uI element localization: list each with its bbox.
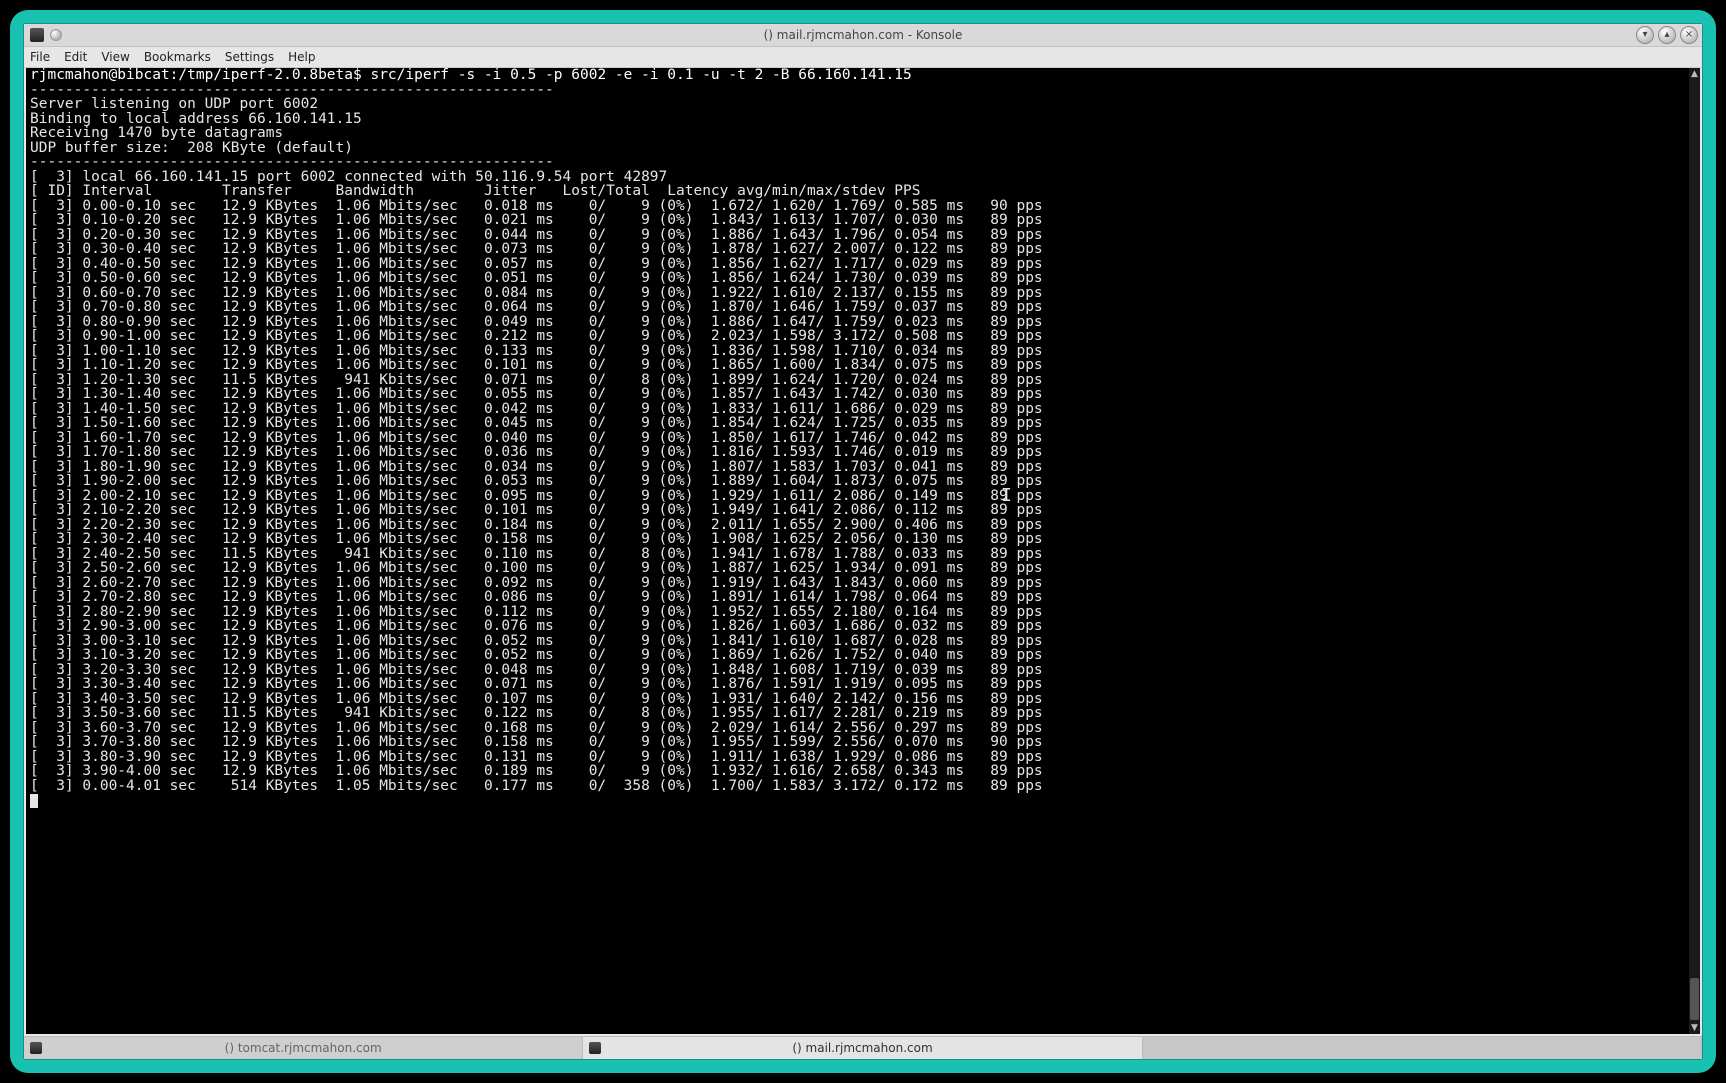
- terminal-icon: [30, 1042, 42, 1054]
- menu-help[interactable]: Help: [288, 50, 315, 64]
- scroll-down-icon[interactable]: ▼: [1689, 1022, 1700, 1034]
- scroll-up-icon[interactable]: ▲: [1689, 68, 1700, 80]
- window-title: () mail.rjmcmahon.com - Konsole: [24, 28, 1702, 42]
- tabbar: () tomcat.rjmcmahon.com () mail.rjmcmaho…: [24, 1036, 1702, 1059]
- close-button[interactable]: ×: [1680, 26, 1698, 44]
- menu-settings[interactable]: Settings: [225, 50, 274, 64]
- menu-view[interactable]: View: [101, 50, 129, 64]
- tab-empty[interactable]: [1143, 1037, 1702, 1059]
- tab-label: () mail.rjmcmahon.com: [792, 1041, 932, 1055]
- tab-mail[interactable]: () mail.rjmcmahon.com: [583, 1037, 1142, 1059]
- terminal-area[interactable]: rjmcmahon@bibcat:/tmp/iperf-2.0.8beta$ s…: [26, 68, 1700, 1034]
- tab-tomcat[interactable]: () tomcat.rjmcmahon.com: [24, 1037, 583, 1059]
- tab-label: () tomcat.rjmcmahon.com: [225, 1041, 382, 1055]
- konsole-window: () mail.rjmcmahon.com - Konsole ▾ ▴ × Fi…: [24, 24, 1702, 1059]
- app-icon: [30, 28, 44, 42]
- scroll-thumb[interactable]: [1690, 978, 1699, 1020]
- maximize-button[interactable]: ▴: [1658, 26, 1676, 44]
- text-cursor-icon: I: [1001, 485, 1012, 506]
- titlebar: () mail.rjmcmahon.com - Konsole ▾ ▴ ×: [24, 24, 1702, 47]
- scrollbar[interactable]: ▲ ▼: [1689, 68, 1700, 1034]
- menu-file[interactable]: File: [30, 50, 50, 64]
- terminal-output[interactable]: rjmcmahon@bibcat:/tmp/iperf-2.0.8beta$ s…: [30, 68, 1688, 1034]
- session-indicator-icon: [50, 29, 62, 41]
- minimize-button[interactable]: ▾: [1636, 26, 1654, 44]
- menu-bookmarks[interactable]: Bookmarks: [144, 50, 211, 64]
- menubar: File Edit View Bookmarks Settings Help: [24, 47, 1702, 68]
- menu-edit[interactable]: Edit: [64, 50, 87, 64]
- terminal-icon: [589, 1042, 601, 1054]
